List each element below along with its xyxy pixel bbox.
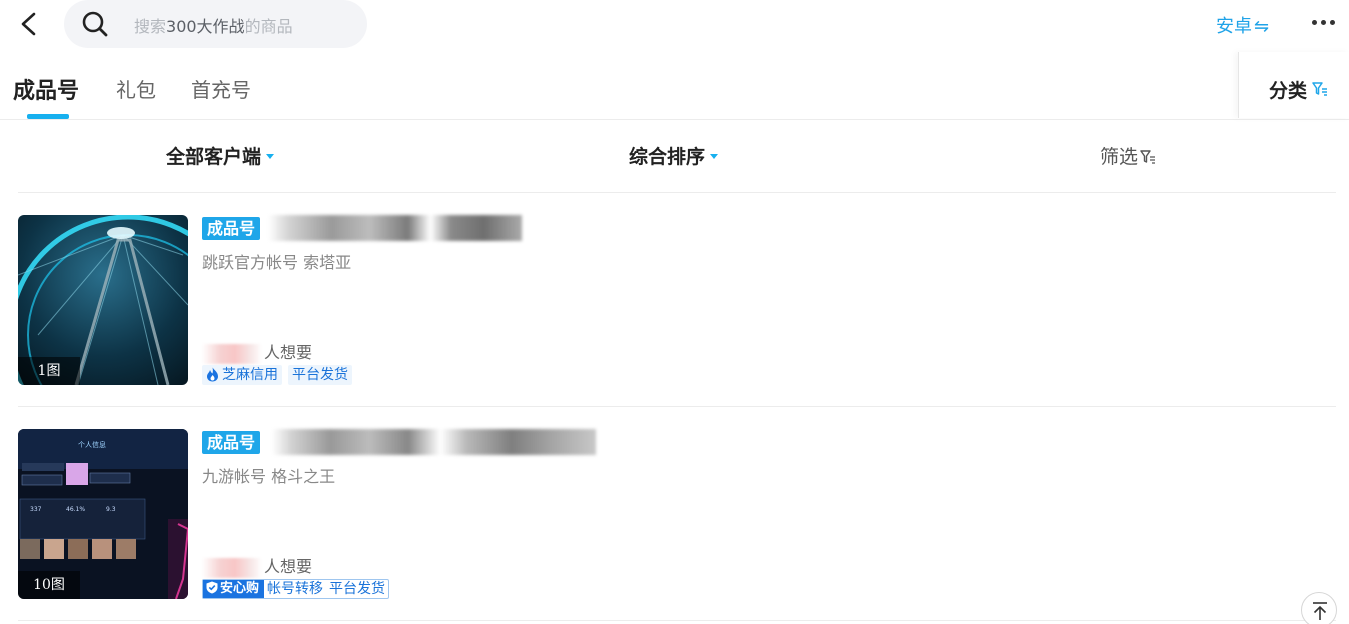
image-count: 1图	[18, 357, 80, 385]
top-bar: 搜索300大作战的商品 安卓 ⇋	[0, 0, 1349, 52]
platform-label: 安卓	[1216, 16, 1252, 37]
credit-badge: 芝麻信用	[202, 365, 282, 385]
filter-funnel-icon	[1312, 82, 1327, 96]
blurred-count	[202, 557, 262, 578]
search-placeholder: 搜索300大作战的商品	[134, 17, 293, 36]
list-item[interactable]: 1图 成品号 跳跃官方帐号 索塔亚 人想要 芝麻信用 平台发货	[18, 193, 1336, 407]
search-input[interactable]: 搜索300大作战的商品	[64, 0, 367, 48]
caret-down-icon	[266, 153, 275, 159]
filter-bar: 全部客户端 综合排序 筛选	[18, 120, 1336, 193]
flame-icon	[207, 367, 218, 382]
svg-text:337: 337	[30, 506, 42, 513]
tab-first-charge[interactable]: 首充号	[191, 74, 251, 103]
product-type-tag: 成品号	[202, 217, 261, 240]
shield-check-icon	[206, 581, 218, 594]
swap-arrows-icon: ⇋	[1254, 16, 1270, 37]
badge-row: 安心购 帐号转移 平台发货	[202, 579, 390, 599]
product-subtitle: 九游帐号 格斗之王	[202, 467, 336, 486]
platform-switch[interactable]: 安卓 ⇋	[1216, 12, 1269, 38]
list-item[interactable]: 个人信息 337 46.1% 9.3 10图 成品号 九游帐号 格斗之王 人想要 安…	[18, 407, 1336, 621]
wants-count: 人想要	[202, 553, 312, 578]
guarantee-badge: 安心购 帐号转移 平台发货	[202, 579, 390, 599]
product-subtitle: 跳跃官方帐号 索塔亚	[202, 253, 352, 272]
search-keyword: 300大作战	[166, 17, 245, 36]
active-tab-indicator	[27, 114, 69, 119]
product-image[interactable]: 1图	[18, 215, 188, 385]
platform-delivery-label: 平台发货	[329, 581, 386, 597]
image-count: 10图	[18, 571, 80, 599]
svg-text:个人信息: 个人信息	[78, 440, 106, 449]
tab-finished-account[interactable]: 成品号	[13, 73, 79, 105]
tab-gift-pack[interactable]: 礼包	[116, 74, 156, 103]
more-dots-icon[interactable]	[1310, 18, 1338, 30]
blurred-title	[268, 215, 522, 241]
caret-down-icon	[710, 153, 719, 159]
platform-delivery-badge: 平台发货	[288, 365, 352, 385]
category-label: 分类	[1269, 80, 1308, 102]
svg-text:46.1%: 46.1%	[66, 506, 85, 513]
product-image[interactable]: 个人信息 337 46.1% 9.3 10图	[18, 429, 188, 599]
back-to-top-button[interactable]	[1301, 592, 1337, 624]
filter-funnel-icon	[1140, 150, 1156, 164]
svg-text:9.3: 9.3	[106, 506, 116, 513]
client-filter[interactable]: 全部客户端	[166, 142, 275, 169]
arrow-up-icon	[1313, 602, 1327, 620]
product-type-tabs: 成品号 礼包 首充号 分类	[0, 52, 1349, 120]
category-button[interactable]: 分类	[1238, 52, 1349, 118]
screen-filter[interactable]: 筛选	[1100, 142, 1156, 169]
account-transfer-label: 帐号转移	[267, 581, 324, 597]
back-arrow-icon[interactable]	[14, 8, 44, 40]
blurred-count	[202, 343, 262, 364]
wants-count: 人想要	[202, 339, 312, 364]
product-type-tag: 成品号	[202, 431, 261, 454]
badge-row: 芝麻信用 平台发货	[202, 365, 358, 385]
blurred-title	[272, 429, 596, 455]
search-icon	[80, 9, 110, 39]
sort-filter[interactable]: 综合排序	[629, 142, 719, 169]
